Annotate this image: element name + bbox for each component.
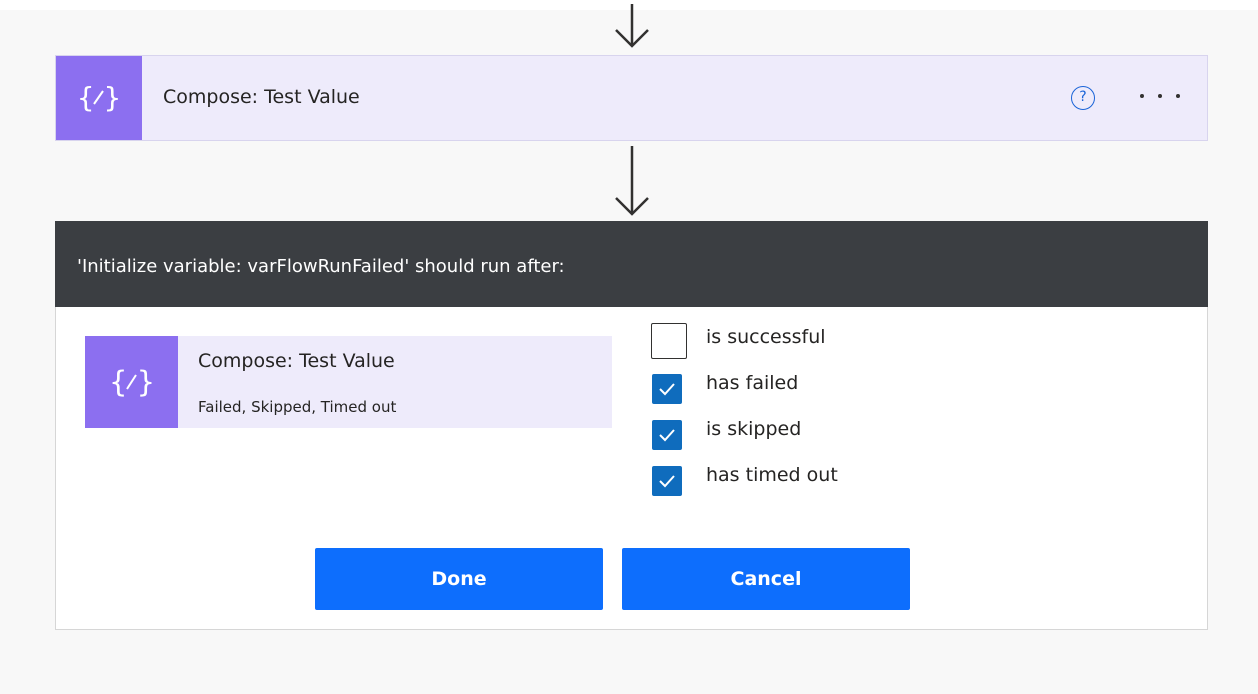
more-options-button[interactable] [1134, 78, 1186, 114]
checkmark-icon [659, 475, 675, 488]
is-skipped-checkbox[interactable] [652, 420, 682, 450]
is-successful-checkbox[interactable] [651, 323, 687, 359]
has-failed-checkbox[interactable] [652, 374, 682, 404]
has-timed-out-checkbox[interactable] [652, 466, 682, 496]
option-label: is skipped [706, 418, 802, 440]
help-button[interactable]: ? [1071, 86, 1095, 110]
run-after-action-card[interactable]: { } Compose: Test Value Failed, Skipped,… [85, 336, 612, 428]
checkmark-icon [659, 429, 675, 442]
option-label: has failed [706, 372, 799, 394]
action-title: Compose: Test Value [198, 350, 395, 372]
connector-arrow-icon [613, 4, 651, 50]
option-label: has timed out [706, 464, 838, 486]
option-label: is successful [706, 326, 826, 348]
more-options-icon [1140, 94, 1144, 98]
dialog-title: 'Initialize variable: varFlowRunFailed' … [77, 256, 565, 277]
cancel-button[interactable]: Cancel [622, 548, 910, 610]
compose-braces-icon: { } [56, 56, 142, 140]
run-after-dialog: 'Initialize variable: varFlowRunFailed' … [55, 221, 1208, 630]
action-status: Failed, Skipped, Timed out [198, 398, 397, 416]
checkmark-icon [659, 383, 675, 396]
compose-step-card[interactable]: { } Compose: Test Value ? [55, 55, 1208, 141]
compose-braces-icon: { } [85, 336, 178, 428]
connector-arrow-icon [613, 146, 651, 216]
dialog-header: 'Initialize variable: varFlowRunFailed' … [55, 221, 1208, 307]
step-title: Compose: Test Value [163, 86, 360, 108]
done-button[interactable]: Done [315, 548, 603, 610]
